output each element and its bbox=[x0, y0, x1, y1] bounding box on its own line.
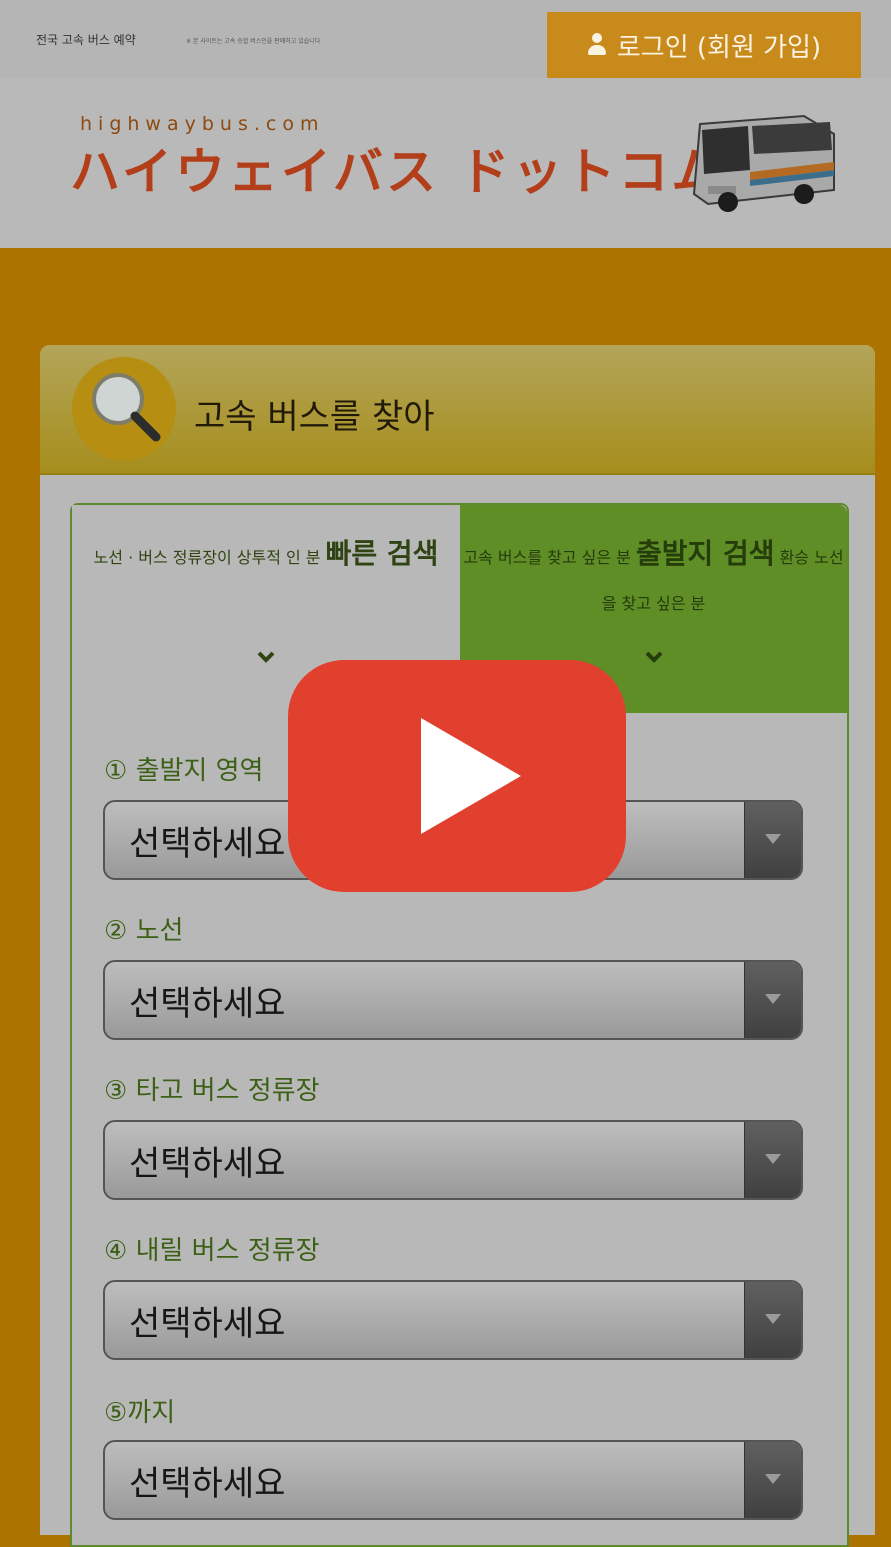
site-note: ※ 본 사이트는 고속 승합 버스인을 판매하고 있습니다 bbox=[186, 38, 321, 45]
route-select[interactable]: 선택하세요 bbox=[103, 960, 803, 1040]
dropdown-arrow-icon bbox=[744, 1122, 801, 1198]
tab-departure-search-desc: 고속 버스를 찾고 싶은 분 bbox=[463, 548, 636, 567]
select-value: 선택하세요 bbox=[129, 824, 286, 864]
dropdown-arrow-icon bbox=[744, 962, 801, 1038]
video-play-button[interactable] bbox=[288, 660, 626, 892]
select-value: 선택하세요 bbox=[129, 1144, 286, 1184]
select-value: 선택하세요 bbox=[129, 1304, 286, 1344]
select-value: 선택하세요 bbox=[129, 1464, 286, 1504]
bus-icon bbox=[692, 114, 835, 212]
magnifier-icon bbox=[72, 357, 176, 461]
site-label: 전국 고속 버스 예약 bbox=[36, 33, 136, 47]
tab-quick-search-label: 빠른 검색 bbox=[325, 537, 439, 570]
logo-title[interactable]: ハイウェイバス ドットコム bbox=[70, 132, 724, 204]
until-label: ⑤까지 bbox=[104, 1398, 176, 1428]
search-panel-header: 고속 버스를 찾아 bbox=[40, 345, 875, 475]
alighting-stop-label: ④ 내릴 버스 정류장 bbox=[104, 1236, 320, 1266]
chevron-down-icon bbox=[645, 651, 662, 663]
user-icon bbox=[587, 33, 607, 57]
dropdown-arrow-icon bbox=[744, 1442, 801, 1518]
play-icon bbox=[421, 718, 521, 834]
dropdown-arrow-icon bbox=[744, 1282, 801, 1358]
login-button[interactable]: 로그인 (회원 가입) bbox=[547, 12, 861, 78]
route-label: ② 노선 bbox=[104, 916, 184, 946]
boarding-stop-label: ③ 타고 버스 정류장 bbox=[104, 1076, 320, 1106]
alighting-stop-select[interactable]: 선택하세요 bbox=[103, 1280, 803, 1360]
search-panel-title: 고속 버스를 찾아 bbox=[194, 397, 435, 437]
select-value: 선택하세요 bbox=[129, 984, 286, 1024]
login-label: 로그인 (회원 가입) bbox=[616, 32, 822, 63]
tab-departure-search-label: 출발지 검색 bbox=[636, 537, 775, 570]
until-select[interactable]: 선택하세요 bbox=[103, 1440, 803, 1520]
departure-area-label: ① 출발지 영역 bbox=[104, 756, 264, 786]
boarding-stop-select[interactable]: 선택하세요 bbox=[103, 1120, 803, 1200]
tab-quick-search-desc: 노선 · 버스 정류장이 상투적 인 분 bbox=[93, 548, 326, 567]
chevron-down-icon bbox=[257, 651, 275, 663]
dropdown-arrow-icon bbox=[744, 802, 801, 878]
